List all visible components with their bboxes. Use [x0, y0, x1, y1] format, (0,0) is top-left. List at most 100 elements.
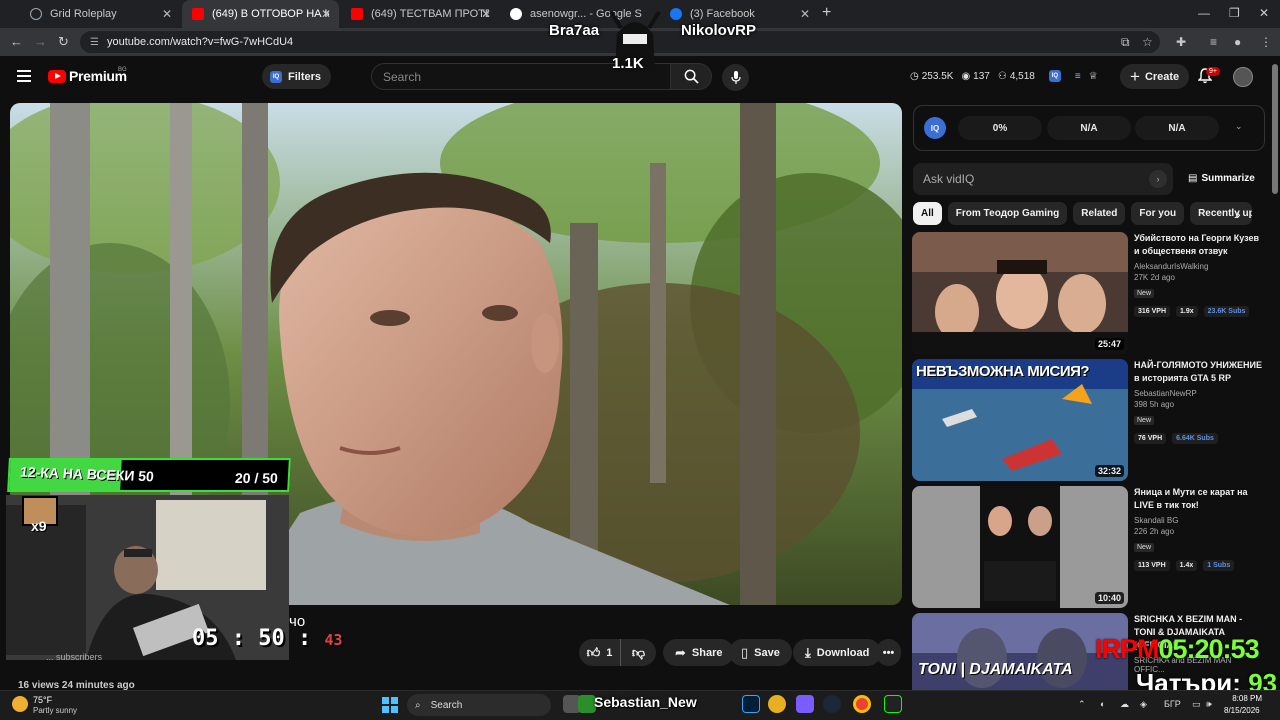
install-icon[interactable]: ⧉ [1121, 35, 1130, 50]
youtube-logo-icon[interactable] [48, 70, 66, 83]
dislike-button[interactable]: 👎︎ [621, 645, 656, 661]
hamburger-menu-icon[interactable] [17, 70, 31, 82]
recommendation-item[interactable]: 10:40 Яница и Мути се карат на LIVE в ти… [912, 486, 1272, 608]
app-icon[interactable] [768, 695, 786, 713]
notification-count-badge: 9+ [1206, 67, 1220, 76]
timer-seconds: 43 [324, 631, 343, 649]
maximize-icon[interactable]: ❐ [1229, 6, 1240, 20]
taskbar-search[interactable]: ⌕ Search [407, 694, 551, 716]
vidiq-icon[interactable]: IQ [1048, 70, 1061, 82]
chrome-icon[interactable] [853, 695, 871, 713]
chevron-right-icon[interactable]: › [1236, 206, 1241, 222]
tray-app-icon[interactable]: ◐ [1100, 699, 1105, 709]
taskbar-time[interactable]: 8:08 PM [1226, 694, 1262, 703]
site-info-icon[interactable]: ☰ [90, 37, 99, 48]
overlay-right-streamer-name: NikolovRP [681, 22, 757, 39]
create-button[interactable]: + Create [1120, 64, 1190, 89]
list-icon[interactable]: ≡ [1075, 71, 1081, 82]
summarize-button[interactable]: ▤ Summarize [1188, 173, 1255, 184]
save-label: Save [754, 646, 780, 659]
app-icon[interactable] [796, 695, 814, 713]
account-avatar[interactable] [1233, 67, 1253, 87]
like-button[interactable]: 👍︎ 1 [579, 639, 621, 666]
recommendation-channel[interactable]: AleksandurIsWalking [1134, 262, 1264, 271]
close-icon[interactable]: ✕ [162, 7, 172, 21]
chip-recently-uploaded[interactable]: Recently uploaded [1190, 202, 1253, 225]
filters-button[interactable]: IQ Filters [262, 64, 332, 89]
voice-search-button[interactable] [722, 64, 749, 91]
recommendation-title[interactable]: НАЙ-ГОЛЯМОТО УНИЖЕНИЕ в историята GTA 5 … [1134, 359, 1264, 385]
tray-app-icon[interactable]: ◈ [1140, 699, 1147, 710]
close-icon[interactable]: ✕ [800, 7, 810, 21]
chip-from-channel[interactable]: From Теодор Gaming [947, 202, 1068, 225]
weather-sun-icon[interactable] [12, 696, 28, 712]
video-thumbnail[interactable]: НЕВЪЗМОЖНА МИСИЯ? 32:32 [912, 359, 1128, 481]
channel-subscribers: ... subscribers [46, 652, 103, 662]
taskbar-search-label: Search [430, 699, 463, 711]
download-button[interactable]: ⤓ Download [793, 639, 882, 666]
back-icon[interactable]: ← [10, 34, 23, 49]
send-arrow-icon[interactable]: › [1149, 170, 1167, 188]
share-button[interactable]: ➦ Share [663, 639, 735, 666]
tab-youtube-active[interactable]: (649) В ОТГОВОР НА КОМ ✕ [182, 0, 339, 28]
search-button[interactable] [670, 63, 712, 90]
tray-language[interactable]: БГР [1164, 699, 1181, 709]
recommendation-item[interactable]: НЕВЪЗМОЖНА МИСИЯ? 32:32 НАЙ-ГОЛЯМОТО УНИ… [912, 359, 1272, 481]
close-window-icon[interactable]: ✕ [1259, 6, 1269, 20]
vidiq-logo-icon[interactable]: IQ [924, 117, 946, 139]
ask-vidiq-input[interactable]: Ask vidIQ [913, 163, 1173, 195]
save-button[interactable]: ▯ Save [729, 639, 792, 666]
vidiq-score-pill[interactable]: N/A [1047, 116, 1131, 140]
download-label: Download [816, 646, 870, 659]
video-thumbnail[interactable]: 25:47 [912, 232, 1128, 354]
page-scrollbar[interactable] [1272, 64, 1278, 194]
chip-for-you[interactable]: For you [1131, 202, 1185, 225]
reload-icon[interactable]: ↻ [58, 34, 69, 50]
app-icon[interactable] [884, 695, 902, 713]
chip-related[interactable]: Related [1073, 202, 1126, 225]
overlay-rp-timer: IRPM05:20:53 [1095, 634, 1260, 665]
chevron-down-icon[interactable]: ⌄ [1235, 121, 1243, 132]
overlay-mascot-count: 1.1K [612, 55, 644, 72]
video-thumbnail[interactable]: 10:40 [912, 486, 1128, 608]
tray-cloud-icon[interactable]: ☁ [1120, 699, 1129, 710]
tab-grid-roleplay[interactable]: Grid Roleplay ✕ [20, 0, 180, 28]
new-badge: New [1134, 543, 1155, 552]
filters-label: Filters [288, 70, 322, 83]
extensions-icon[interactable]: ✚ [1176, 35, 1186, 49]
volume-icon[interactable]: 🕪︎ [1206, 699, 1212, 710]
new-tab-button[interactable]: + [822, 4, 831, 22]
video-duration: 10:40 [1094, 592, 1124, 604]
filter-chips: All From Теодор Gaming Related For you R… [913, 202, 1253, 226]
close-icon[interactable]: ✕ [481, 7, 491, 21]
steam-icon[interactable] [823, 695, 841, 713]
weather-temperature[interactable]: 75°F [33, 695, 52, 705]
trophy-icon[interactable]: ♕ [1089, 71, 1098, 82]
vidiq-score-pill[interactable]: N/A [1135, 116, 1219, 140]
photoshop-icon[interactable] [742, 695, 760, 713]
taskbar-date[interactable]: 8/15/2026 [1224, 706, 1260, 715]
recommendation-item[interactable]: 25:47 Убийството на Георги Кузев и общес… [912, 232, 1272, 354]
recommendation-meta: 27K 2d ago [1134, 273, 1175, 282]
recommendation-title[interactable]: Яница и Мути се карат на LIVE в тик ток! [1134, 486, 1264, 512]
windows-start-icon[interactable] [382, 697, 398, 713]
more-actions-button[interactable]: ••• [876, 639, 901, 666]
menu-dots-icon[interactable]: ⋮ [1260, 35, 1272, 49]
profile-icon[interactable]: ● [1234, 35, 1241, 49]
reading-list-icon[interactable]: ≡ [1210, 35, 1217, 49]
bookmark-star-icon[interactable]: ☆ [1142, 35, 1153, 49]
recommendation-channel[interactable]: SebastianNewRP [1134, 389, 1264, 398]
recommendation-channel[interactable]: Skandali BG [1134, 516, 1264, 525]
vph-score: 316 VPH [1134, 306, 1171, 317]
monitor-icon[interactable]: ▭ [1192, 699, 1201, 710]
chip-all[interactable]: All [913, 202, 942, 225]
vidiq-score-pill[interactable]: 0% [958, 116, 1042, 140]
people-icon: ⚇ [997, 70, 1007, 82]
tray-chevron-up-icon[interactable]: ⌃ [1078, 699, 1086, 710]
close-icon[interactable]: ✕ [321, 7, 331, 21]
recommendation-title[interactable]: Убийството на Георги Кузев и общественя … [1134, 232, 1264, 258]
forward-icon[interactable]: → [34, 34, 47, 49]
search-icon: ⌕ [415, 699, 421, 711]
minimize-icon[interactable]: — [1198, 6, 1210, 20]
tab-youtube-2[interactable]: (649) ТЕСТВАМ ПРОТЕЙНОВИ ✕ [341, 0, 499, 28]
